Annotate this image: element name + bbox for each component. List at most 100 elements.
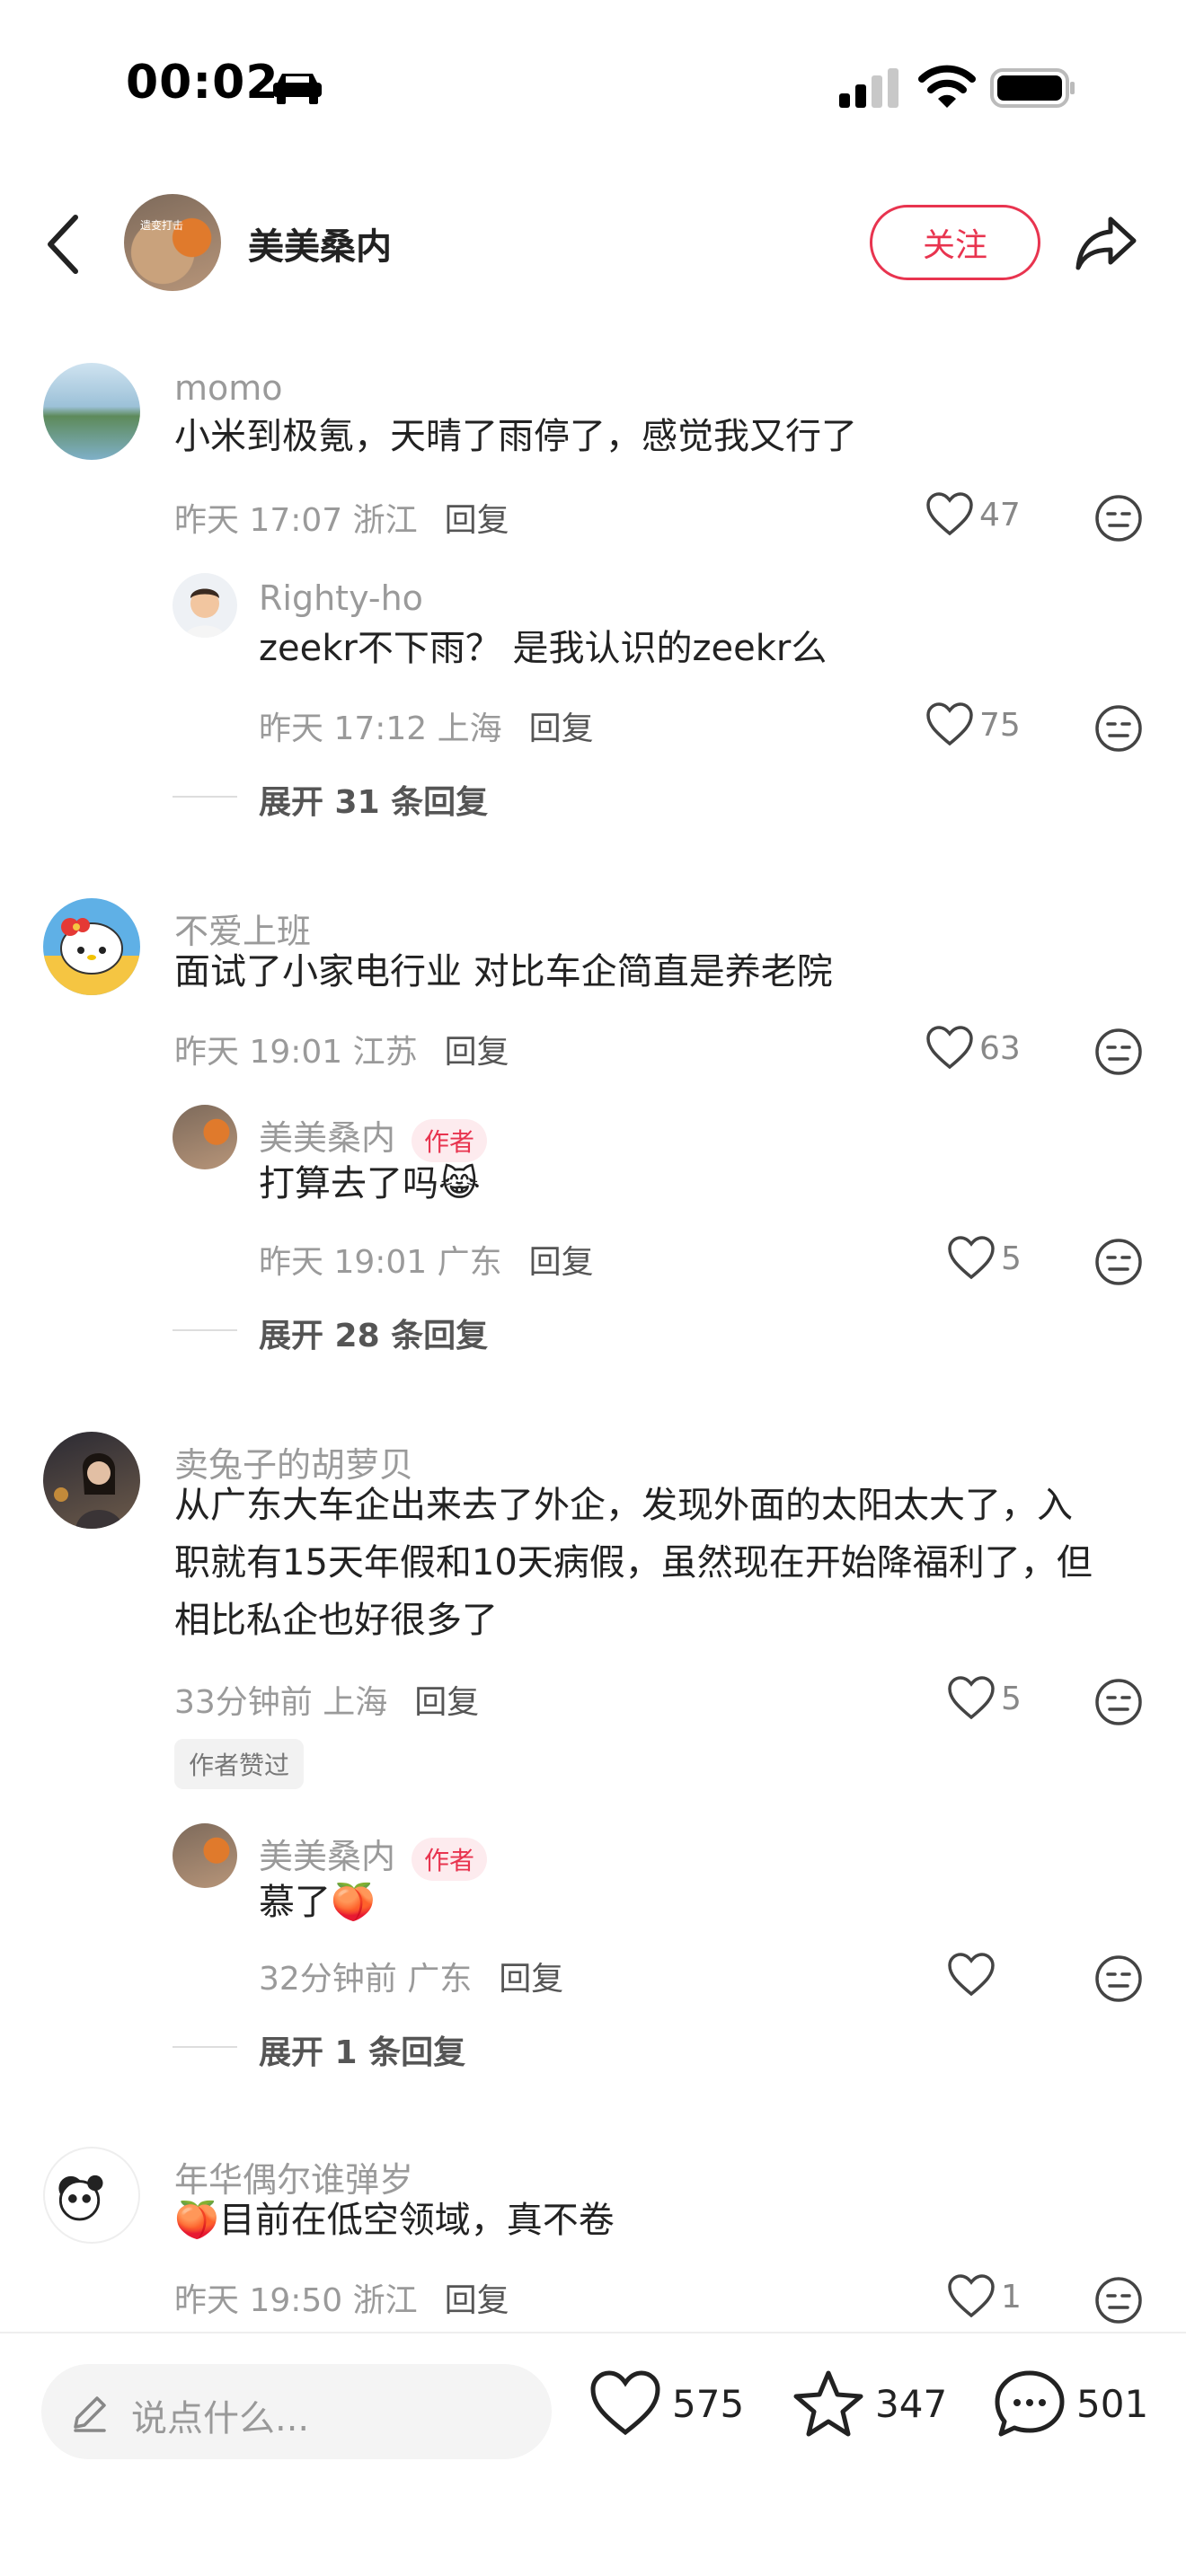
- like-count: 5: [1001, 1239, 1022, 1277]
- person-photo-icon: [54, 1452, 124, 1529]
- reply-name-wrapper: 美美桑内 作者: [259, 1829, 488, 1881]
- heart-icon: [948, 1236, 995, 1280]
- reply-button[interactable]: 回复: [445, 502, 509, 539]
- reply-name-wrapper: 美美桑内 作者: [259, 1110, 488, 1162]
- reply-time: 昨天 17:12 上海: [259, 710, 502, 747]
- expand-replies-button[interactable]: 展开 28 条回复: [259, 1310, 488, 1356]
- reply-avatar[interactable]: [173, 1823, 237, 1888]
- wifi-icon: [918, 65, 976, 108]
- comment-text-line[interactable]: 从广东大车企出来去了外企，发现外面的太阳太大了，入: [174, 1477, 1073, 1534]
- commenter-avatar[interactable]: [43, 1432, 140, 1529]
- emoji-reaction-icon[interactable]: [1094, 704, 1143, 753]
- like-button[interactable]: [947, 1953, 996, 1998]
- comment-text[interactable]: 🍑目前在低空领域，真不卷: [174, 2192, 615, 2249]
- back-arrow-icon[interactable]: [40, 210, 90, 278]
- status-time: 00:02: [126, 56, 279, 110]
- reply-meta: 昨天 17:12 上海 回复: [259, 702, 594, 749]
- emoji-reaction-icon[interactable]: [1094, 494, 1143, 543]
- reply-meta: 昨天 19:01 广东 回复: [259, 1236, 594, 1283]
- like-button[interactable]: 1: [947, 2274, 1022, 2319]
- like-button[interactable]: 75: [925, 702, 1021, 747]
- post-favorite-button[interactable]: 347: [792, 2369, 947, 2438]
- avatar-text: 遗变打击: [140, 219, 184, 232]
- status-bar: 00:02: [0, 0, 1186, 171]
- comment-time: 昨天 19:01 江苏: [174, 1034, 418, 1071]
- reply-button[interactable]: 回复: [445, 1034, 509, 1071]
- author-tag: 作者: [412, 1837, 488, 1881]
- like-count: 5: [1001, 1680, 1022, 1717]
- author-avatar[interactable]: 遗变打击: [124, 194, 221, 291]
- comment-bubble-icon: [995, 2370, 1065, 2437]
- reply-name[interactable]: 美美桑内: [259, 1837, 395, 1876]
- heart-icon: [590, 2370, 660, 2436]
- expand-replies-button[interactable]: 展开 31 条回复: [259, 776, 488, 823]
- heart-icon: [926, 702, 973, 746]
- heart-icon: [948, 1676, 995, 1720]
- emoji-reaction-icon[interactable]: [1094, 1028, 1143, 1076]
- car-icon: [273, 74, 322, 104]
- commenter-avatar[interactable]: [43, 363, 140, 460]
- reply-button[interactable]: 回复: [529, 1244, 594, 1281]
- reply-avatar[interactable]: [173, 573, 237, 638]
- emoji-reaction-icon[interactable]: [1094, 1678, 1143, 1726]
- comment-input-placeholder: 说点什么...: [131, 2398, 310, 2439]
- reply-text[interactable]: 慕了🍑: [259, 1874, 376, 1931]
- comment-meta: 33分钟前 上海 回复: [174, 1676, 479, 1723]
- comment-text-line[interactable]: 相比私企也好很多了: [174, 1592, 498, 1649]
- expand-replies-button[interactable]: 展开 1 条回复: [259, 2026, 465, 2073]
- post-header: 遗变打击 美美桑内 关注: [0, 180, 1186, 305]
- comment-time: 33分钟前 上海: [174, 1684, 388, 1721]
- like-count: 75: [979, 706, 1021, 744]
- emoji-reaction-icon[interactable]: [1094, 1954, 1143, 2003]
- post-favorite-count: 347: [875, 2381, 948, 2426]
- heart-icon: [926, 1026, 973, 1070]
- reply-text[interactable]: 打算去了吗😹: [259, 1155, 481, 1213]
- emoji-reaction-icon[interactable]: [1094, 1238, 1143, 1286]
- heart-icon: [948, 2274, 995, 2318]
- reply-name[interactable]: Righty-ho: [259, 578, 423, 618]
- comment-input[interactable]: 说点什么...: [41, 2364, 552, 2459]
- expand-divider: [173, 796, 237, 798]
- like-button[interactable]: 5: [947, 1236, 1022, 1281]
- reply-button[interactable]: 回复: [499, 1961, 563, 1998]
- like-count: 63: [979, 1029, 1021, 1067]
- comment-text-line[interactable]: 职就有15天年假和10天病假，虽然现在开始降福利了，但: [174, 1534, 1093, 1592]
- share-icon[interactable]: [1075, 212, 1137, 273]
- star-icon: [793, 2370, 863, 2437]
- comment-meta: 昨天 19:01 江苏 回复: [174, 1026, 509, 1072]
- like-button[interactable]: 63: [925, 1026, 1021, 1071]
- expand-divider: [173, 1329, 237, 1331]
- like-button[interactable]: 5: [947, 1676, 1022, 1721]
- reply-button[interactable]: 回复: [445, 2282, 509, 2319]
- commenter-avatar[interactable]: [43, 898, 140, 995]
- hello-kitty-icon: [43, 918, 140, 995]
- author-liked-badge: 作者赞过: [174, 1739, 305, 1789]
- post-comment-button[interactable]: 501: [994, 2369, 1148, 2438]
- post-like-button[interactable]: 575: [589, 2369, 744, 2438]
- reply-button[interactable]: 回复: [414, 1684, 479, 1721]
- comment-meta: 昨天 19:50 浙江 回复: [174, 2274, 509, 2321]
- commenter-name[interactable]: momo: [174, 368, 283, 408]
- comment-meta: 昨天 17:07 浙江 回复: [174, 494, 509, 541]
- comment-text[interactable]: 面试了小家电行业 对比车企简直是养老院: [174, 943, 833, 1001]
- battery-icon: [990, 68, 1075, 108]
- heart-icon: [926, 492, 973, 536]
- post-comment-count: 501: [1076, 2381, 1149, 2426]
- pencil-icon: [74, 2396, 106, 2432]
- reply-button[interactable]: 回复: [529, 710, 594, 747]
- post-like-count: 575: [672, 2381, 745, 2426]
- emoji-reaction-icon[interactable]: [1094, 2276, 1143, 2325]
- author-name[interactable]: 美美桑内: [248, 217, 392, 269]
- commenter-avatar[interactable]: [43, 2147, 140, 2244]
- panda-icon: [58, 2175, 103, 2221]
- follow-button[interactable]: 关注: [870, 205, 1040, 280]
- like-count: 47: [979, 496, 1021, 534]
- bottom-action-bar: 说点什么... 575 347 501: [0, 2332, 1186, 2576]
- comment-text[interactable]: 小米到极氪，天晴了雨停了，感觉我又行了: [174, 408, 857, 465]
- reply-name[interactable]: 美美桑内: [259, 1118, 395, 1158]
- like-button[interactable]: 47: [925, 492, 1021, 537]
- cellular-signal-icon: [839, 68, 898, 108]
- reply-avatar[interactable]: [173, 1105, 237, 1169]
- reply-text[interactable]: zeekr不下雨？ 是我认识的zeekr么: [259, 620, 827, 677]
- reply-time: 昨天 19:01 广东: [259, 1244, 502, 1281]
